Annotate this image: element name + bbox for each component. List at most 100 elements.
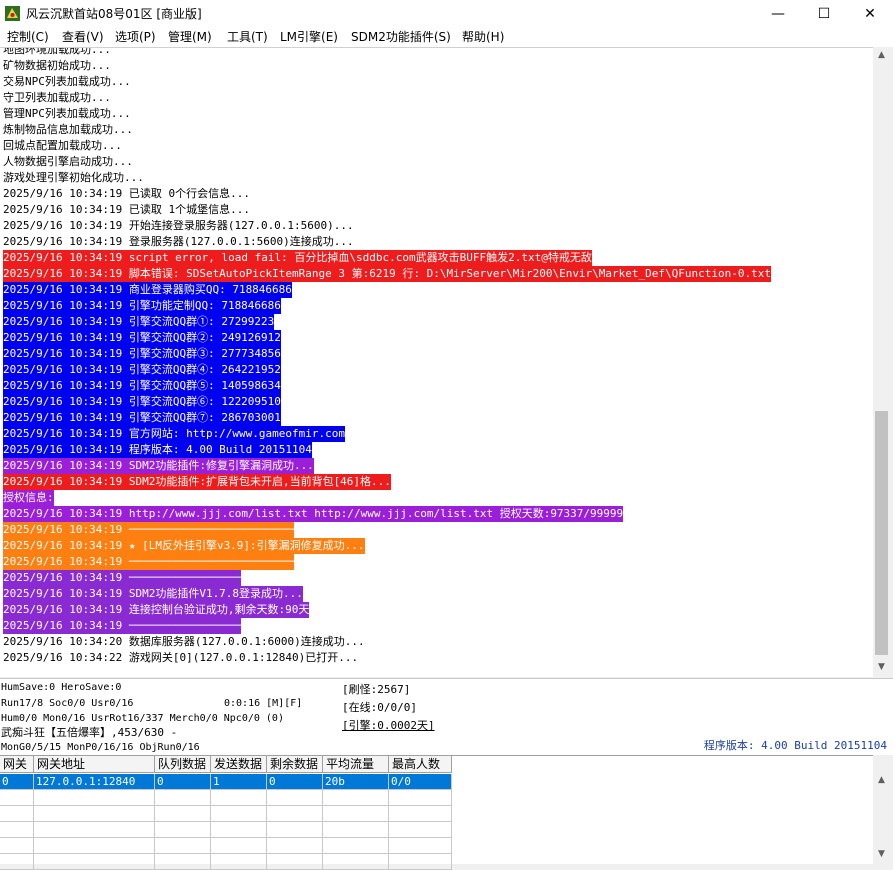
grid-empty-cell [155, 822, 211, 838]
grid-empty-cell [211, 806, 267, 822]
grid-empty-cell [267, 806, 323, 822]
log-line: 管理NPC列表加载成功... [3, 107, 131, 120]
log-line: 2025/9/16 10:34:19 连接控制台验证成功,剩余天数:90天 [3, 602, 310, 618]
grid-empty-cell [211, 822, 267, 838]
status-save: HumSave:0 HeroSave:0 [1, 682, 122, 693]
menu-manage[interactable]: 管理(M) [168, 29, 212, 45]
grid-cell[interactable]: 0 [155, 774, 211, 790]
grid-empty-cell [267, 790, 323, 806]
grid-empty-cell [34, 822, 155, 838]
grid-empty-cell [323, 838, 389, 854]
grid-header[interactable]: 平均流量 [323, 756, 389, 773]
grid-empty-cell [389, 822, 452, 838]
grid-scroll-down-icon[interactable]: ▼ [873, 846, 890, 863]
menu-tools[interactable]: 工具(T) [227, 29, 268, 45]
log-line: 2025/9/16 10:34:19 ★ [LM反外挂引擎v3.9]:引擎漏洞修… [3, 538, 365, 554]
grid-empty-cell [267, 838, 323, 854]
log-line: 2025/9/16 10:34:19 引擎交流QQ群⑥: 122209510 [3, 394, 281, 410]
menu-help[interactable]: 帮助(H) [462, 29, 504, 45]
log-line: 2025/9/16 10:34:19 引擎交流QQ群②: 249126912 [3, 330, 281, 346]
log-line: 2025/9/16 10:34:19 引擎功能定制QQ: 718846686 [3, 298, 281, 314]
grid-header[interactable]: 网关 [0, 756, 34, 773]
log-line: 2025/9/16 10:34:19 SDM2功能插件:扩展背包未开启,当前背包… [3, 474, 391, 490]
grid-scroll-up-icon[interactable]: ▲ [873, 772, 890, 789]
grid-empty-cell [34, 790, 155, 806]
grid-empty-cell [323, 854, 389, 870]
menu-lm-engine[interactable]: LM引擎(E) [280, 29, 338, 45]
log-line: 2025/9/16 10:34:19 http://www.jjj.com/li… [3, 506, 624, 522]
log-line: 2025/9/16 10:34:19 脚本错误: SDSetAutoPickIt… [3, 266, 771, 282]
log-output[interactable]: 地图环境加载成功... 矿物数据初始成功... 交易NPC列表加载成功... 守卫列表… [0, 47, 873, 677]
grid-header[interactable]: 发送数据 [211, 756, 267, 773]
menu-control[interactable]: 控制(C) [7, 29, 49, 45]
grid-header[interactable]: 最高人数 [389, 756, 452, 773]
scroll-thumb[interactable] [875, 411, 888, 655]
gateway-grid[interactable]: 网关 网关地址 队列数据 发送数据 剩余数据 平均流量 最高人数 0 127.0.0.1:128… [0, 755, 873, 870]
menu-options[interactable]: 选项(P) [115, 29, 156, 45]
grid-empty-cell [34, 838, 155, 854]
grid-cell[interactable]: 127.0.0.1:12840 [34, 774, 155, 790]
engine-days: [引擎:0.0002天] [342, 719, 435, 732]
log-line: 2025/9/16 10:34:19 程序版本: 4.00 Build 2015… [3, 442, 312, 458]
menu-view[interactable]: 查看(V) [62, 29, 104, 45]
grid-empty-cell [323, 790, 389, 806]
grid-header[interactable]: 剩余数据 [267, 756, 323, 773]
grid-header[interactable]: 队列数据 [155, 756, 211, 773]
grid-cell[interactable]: 0 [267, 774, 323, 790]
grid-header[interactable]: 网关地址 [34, 756, 155, 773]
grid-cell[interactable]: 0 [0, 774, 34, 790]
log-line: 2025/9/16 10:34:19 已读取 0个行会信息... [3, 187, 250, 200]
grid-empty-cell [0, 790, 34, 806]
status-run: Run17/8 Soc0/0 Usr0/16 [1, 698, 134, 709]
menu-bar: 控制(C) 查看(V) 选项(P) 管理(M) 工具(T) LM引擎(E) SD… [0, 28, 893, 47]
app-icon [5, 6, 20, 21]
menu-sdm2-plugin[interactable]: SDM2功能插件(S) [351, 29, 451, 45]
scroll-down-icon[interactable]: ▼ [873, 659, 890, 676]
online-count: [在线:0/0/0] [342, 701, 417, 714]
grid-empty-cell [0, 838, 34, 854]
log-line: 游戏处理引擎初始化成功... [3, 171, 144, 184]
log-line: 2025/9/16 10:34:19 引擎交流QQ群⑤: 140598634 [3, 378, 281, 394]
status-uptime: 0:0:16 [M][F] [224, 698, 303, 709]
log-line: 2025/9/16 10:34:19 SDM2功能插件V1.7.8登录成功... [3, 586, 303, 602]
grid-empty-cell [0, 854, 34, 870]
grid-empty-cell [155, 806, 211, 822]
log-line: 2025/9/16 10:34:19 引擎交流QQ群①: 27299223 [3, 314, 275, 330]
grid-empty-cell [211, 838, 267, 854]
grid-empty-cell [267, 822, 323, 838]
status-panel: HumSave:0 HeroSave:0 Run17/8 Soc0/0 Usr0… [0, 678, 893, 755]
log-line: 2025/9/16 10:34:19 引擎交流QQ群③: 277734856 [3, 346, 281, 362]
maximize-button[interactable]: ☐ [801, 0, 847, 28]
log-scrollbar[interactable]: ▲ ▼ [873, 47, 890, 676]
log-line: 2025/9/16 10:34:19 ───────────────── [3, 618, 242, 634]
log-line: 人物数据引擎启动成功... [3, 155, 133, 168]
minimize-button[interactable]: — [755, 0, 801, 28]
grid-empty-cell [155, 854, 211, 870]
log-line: 守卫列表加载成功... [3, 91, 111, 104]
grid-scrollbar[interactable]: ▲ ▼ [873, 772, 890, 863]
log-line: 2025/9/16 10:34:19 登录服务器(127.0.0.1:5600)… [3, 235, 354, 248]
grid-empty-cell [155, 838, 211, 854]
log-line: 2025/9/16 10:34:19 已读取 1个城堡信息... [3, 203, 250, 216]
grid-empty-cell [323, 806, 389, 822]
scroll-up-icon[interactable]: ▲ [873, 47, 890, 64]
title-bar: 风云沉默首站08号01区 [商业版] — ☐ ✕ [0, 0, 893, 28]
grid-empty-cell [389, 790, 452, 806]
grid-cell[interactable]: 1 [211, 774, 267, 790]
log-line: 2025/9/16 10:34:20 数据库服务器(127.0.0.1:6000… [3, 635, 365, 648]
status-mon: MonG0/5/15 MonP0/16/16 ObjRun0/16 [1, 742, 200, 753]
grid-empty-cell [34, 854, 155, 870]
log-line: 2025/9/16 10:34:19 ─────────────────────… [3, 522, 295, 538]
grid-empty-cell [0, 806, 34, 822]
log-line: 2025/9/16 10:34:19 开始连接登录服务器(127.0.0.1:5… [3, 219, 354, 232]
log-line: 2025/9/16 10:34:19 ─────────────────────… [3, 554, 295, 570]
grid-cell[interactable]: 0/0 [389, 774, 452, 790]
log-line: 2025/9/16 10:34:22 游戏网关[0](127.0.0.1:128… [3, 651, 359, 664]
program-version: 程序版本: 4.00 Build 20151104 [703, 739, 887, 752]
log-line: 2025/9/16 10:34:19 引擎交流QQ群⑦: 286703001 [3, 410, 281, 426]
grid-empty-cell [155, 790, 211, 806]
log-line: 矿物数据初始成功... [3, 59, 111, 72]
grid-empty-cell [389, 854, 452, 870]
close-button[interactable]: ✕ [847, 0, 893, 28]
grid-cell[interactable]: 20b [323, 774, 389, 790]
